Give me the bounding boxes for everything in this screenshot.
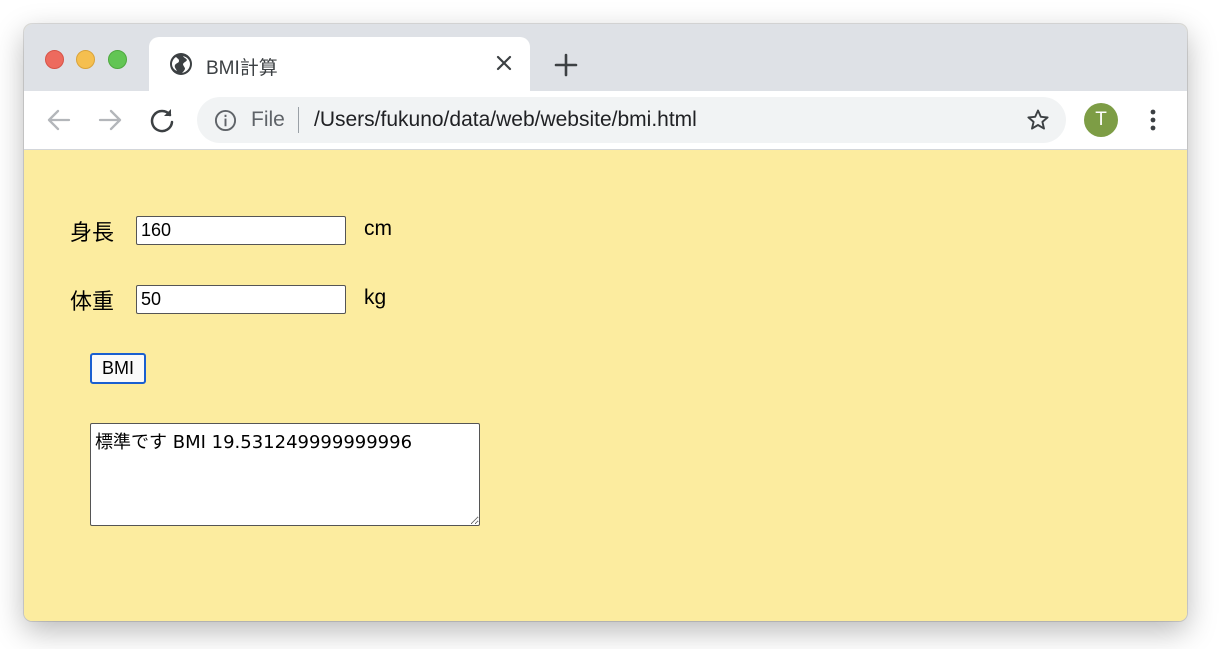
browser-window: BMI計算 File /Users/fukuno/data/web/websit… — [24, 24, 1187, 621]
weight-unit-label: kg — [364, 286, 387, 309]
height-unit-label: cm — [364, 217, 392, 240]
new-tab-plus-icon[interactable] — [552, 51, 580, 79]
url-text[interactable]: /Users/fukuno/data/web/website/bmi.html — [314, 108, 697, 132]
reload-icon[interactable] — [148, 106, 176, 134]
height-input[interactable] — [136, 216, 346, 245]
bookmark-star-icon[interactable] — [1026, 108, 1050, 132]
tab-title: BMI計算 — [206, 58, 278, 79]
close-icon[interactable] — [494, 53, 514, 73]
tab-strip: BMI計算 — [24, 24, 1187, 91]
scheme-label: File — [251, 108, 285, 131]
back-arrow-icon[interactable] — [45, 106, 73, 134]
forward-arrow-icon[interactable] — [96, 106, 124, 134]
more-vert-icon[interactable] — [1141, 106, 1165, 134]
close-window-button[interactable] — [45, 50, 64, 69]
address-bar[interactable]: File /Users/fukuno/data/web/website/bmi.… — [197, 97, 1066, 143]
info-icon[interactable] — [214, 109, 237, 132]
result-textarea[interactable]: 標準です BMI 19.531249999999996 — [90, 423, 480, 526]
scheme-divider — [298, 107, 299, 133]
globe-icon — [170, 53, 192, 75]
height-label: 身長 — [70, 220, 115, 245]
browser-toolbar: File /Users/fukuno/data/web/website/bmi.… — [24, 91, 1187, 150]
bmi-calculate-button[interactable]: BMI — [90, 353, 146, 384]
profile-avatar[interactable]: T — [1084, 103, 1118, 137]
page-content: 身長 cm 体重 kg BMI 標準です BMI 19.531249999999… — [24, 150, 1187, 621]
minimize-window-button[interactable] — [76, 50, 95, 69]
maximize-window-button[interactable] — [108, 50, 127, 69]
tab-bmi[interactable]: BMI計算 — [149, 37, 530, 91]
weight-label: 体重 — [70, 289, 115, 314]
weight-input[interactable] — [136, 285, 346, 314]
